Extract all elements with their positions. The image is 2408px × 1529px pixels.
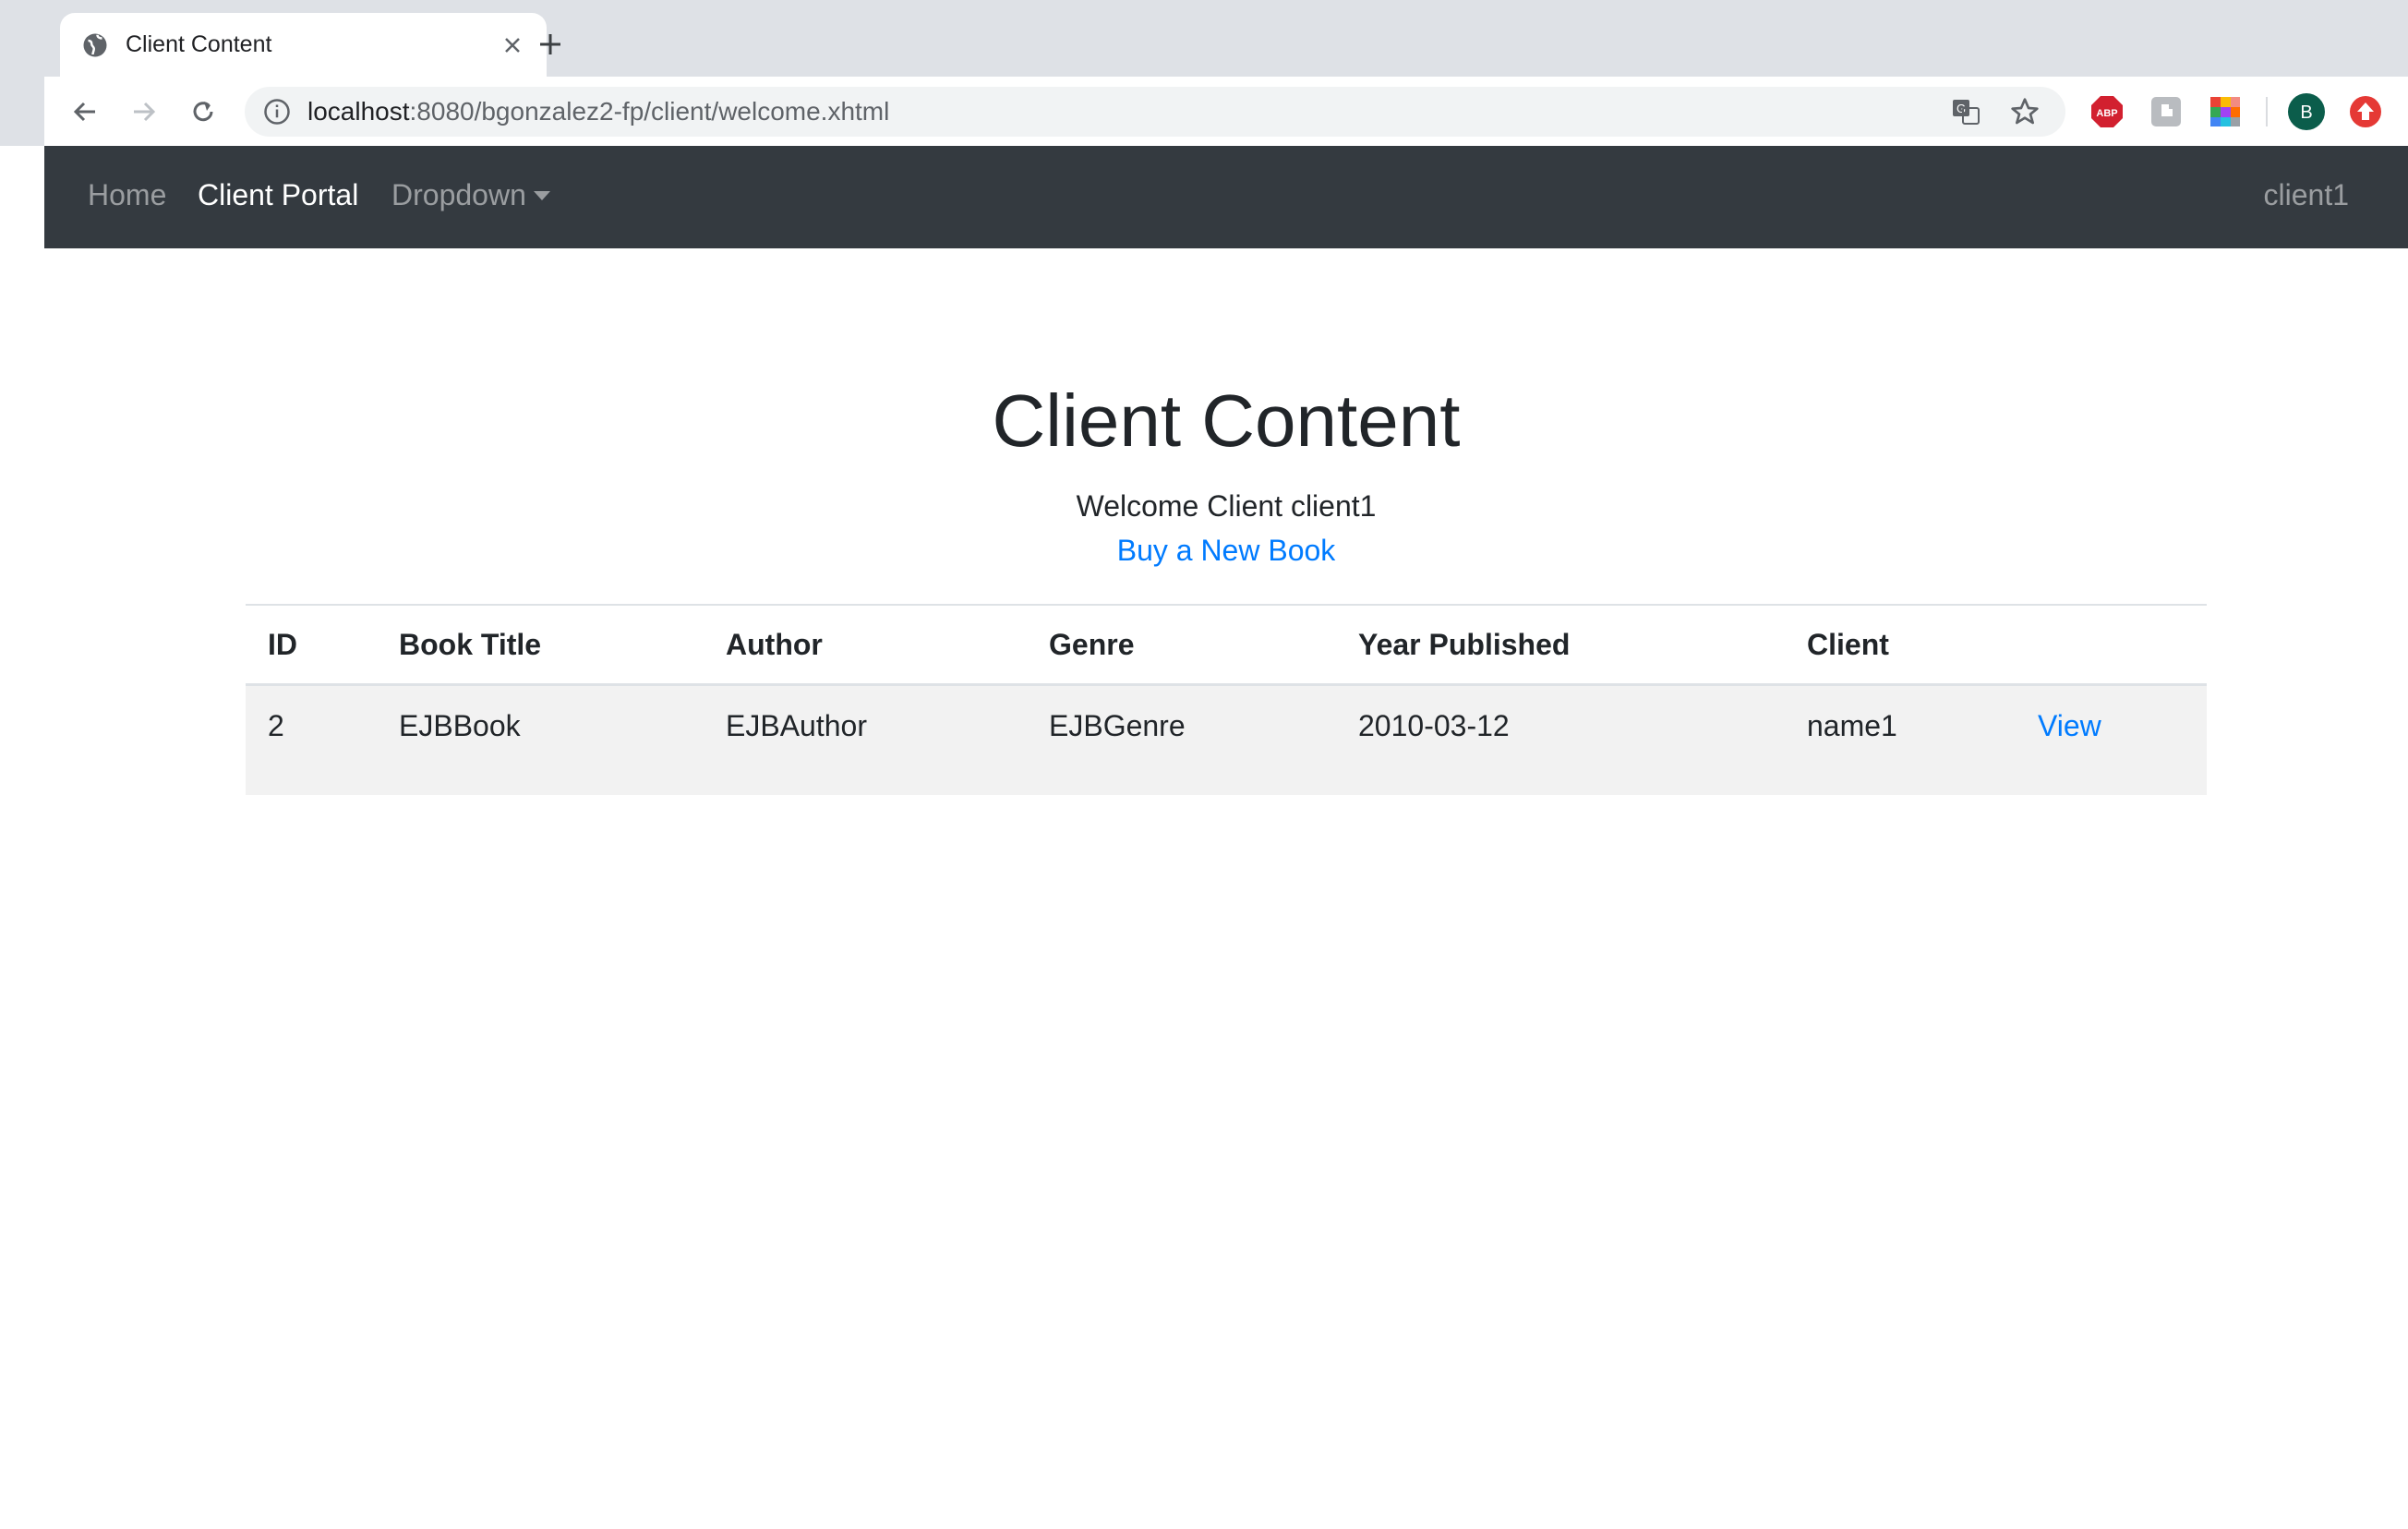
column-header: Year Published	[1336, 604, 1785, 686]
welcome-message: Welcome Client client1	[1076, 489, 1377, 523]
url-host: localhost	[307, 97, 410, 126]
forward-arrow-icon[interactable]	[122, 90, 166, 134]
page-content: Home Client Portal Dropdown client1 Clie…	[44, 146, 2408, 1529]
cell-year-published: 2010-03-12	[1336, 684, 1785, 795]
toolbar-divider	[2266, 97, 2268, 126]
nav-dropdown-label: Dropdown	[391, 178, 526, 211]
globe-icon	[83, 33, 107, 56]
upload-icon[interactable]	[2347, 93, 2384, 130]
books-table: ID Book Title Author Genre Year Publishe…	[246, 604, 2207, 795]
cell-id: 2	[246, 684, 377, 795]
browser-chrome: Client Content localhost:8080/bgonzalez2…	[0, 0, 2408, 146]
address-bar[interactable]: localhost:8080/bgonzalez2-fp/client/welc…	[245, 87, 2065, 137]
cell-action: View	[2016, 684, 2207, 795]
bookmark-star-icon[interactable]	[2006, 93, 2043, 130]
tab-title: Client Content	[126, 31, 272, 57]
table-row: 2 EJBBook EJBAuthor EJBGenre 2010-03-12 …	[246, 684, 2207, 795]
cell-client: name1	[1785, 684, 2016, 795]
close-tab-icon[interactable]	[497, 30, 528, 61]
browser-tab[interactable]: Client Content	[60, 13, 547, 77]
nav-user-link[interactable]: client1	[2264, 178, 2350, 212]
books-table-wrap: ID Book Title Author Genre Year Publishe…	[246, 604, 2207, 795]
top-navbar: Home Client Portal Dropdown client1	[44, 146, 2408, 248]
browser-toolbar: localhost:8080/bgonzalez2-fp/client/welc…	[44, 77, 2408, 146]
cell-genre: EJBGenre	[1027, 684, 1336, 795]
buy-new-book-link[interactable]: Buy a New Book	[1117, 534, 1336, 567]
adblock-icon[interactable]: ABP	[2089, 93, 2125, 130]
svg-text:B: B	[2300, 102, 2312, 123]
column-header: Client	[1785, 604, 2016, 686]
cell-book-title: EJBBook	[377, 684, 704, 795]
translate-icon[interactable]: G	[1947, 93, 1984, 130]
new-tab-icon[interactable]	[528, 22, 572, 66]
page-title: Client Content	[992, 379, 1461, 462]
profile-avatar[interactable]: B	[2288, 93, 2325, 130]
column-header: Book Title	[377, 604, 704, 686]
url-text[interactable]: localhost:8080/bgonzalez2-fp/client/welc…	[307, 97, 1947, 126]
nav-home-link[interactable]: Home	[88, 178, 166, 212]
view-link[interactable]: View	[2038, 709, 2101, 742]
column-header: ID	[246, 604, 377, 686]
extension-puzzle-icon[interactable]	[2148, 93, 2185, 130]
reload-icon[interactable]	[181, 90, 225, 134]
caret-down-icon	[533, 190, 550, 200]
info-icon[interactable]	[263, 98, 291, 126]
cell-author: EJBAuthor	[704, 684, 1027, 795]
column-header	[2016, 604, 2207, 686]
url-path: :8080/bgonzalez2-fp/client/welcome.xhtml	[409, 97, 890, 126]
nav-dropdown-toggle[interactable]: Dropdown	[391, 178, 550, 212]
back-arrow-icon[interactable]	[63, 90, 107, 134]
table-header-row: ID Book Title Author Genre Year Publishe…	[246, 604, 2207, 686]
svg-text:ABP: ABP	[2096, 108, 2117, 119]
nav-client-portal-link[interactable]: Client Portal	[198, 178, 358, 212]
color-palette-icon[interactable]	[2207, 93, 2244, 130]
column-header: Genre	[1027, 604, 1336, 686]
tab-strip: Client Content	[44, 0, 2408, 77]
buy-book-link-wrap: Buy a New Book	[44, 534, 2408, 568]
column-header: Author	[704, 604, 1027, 686]
